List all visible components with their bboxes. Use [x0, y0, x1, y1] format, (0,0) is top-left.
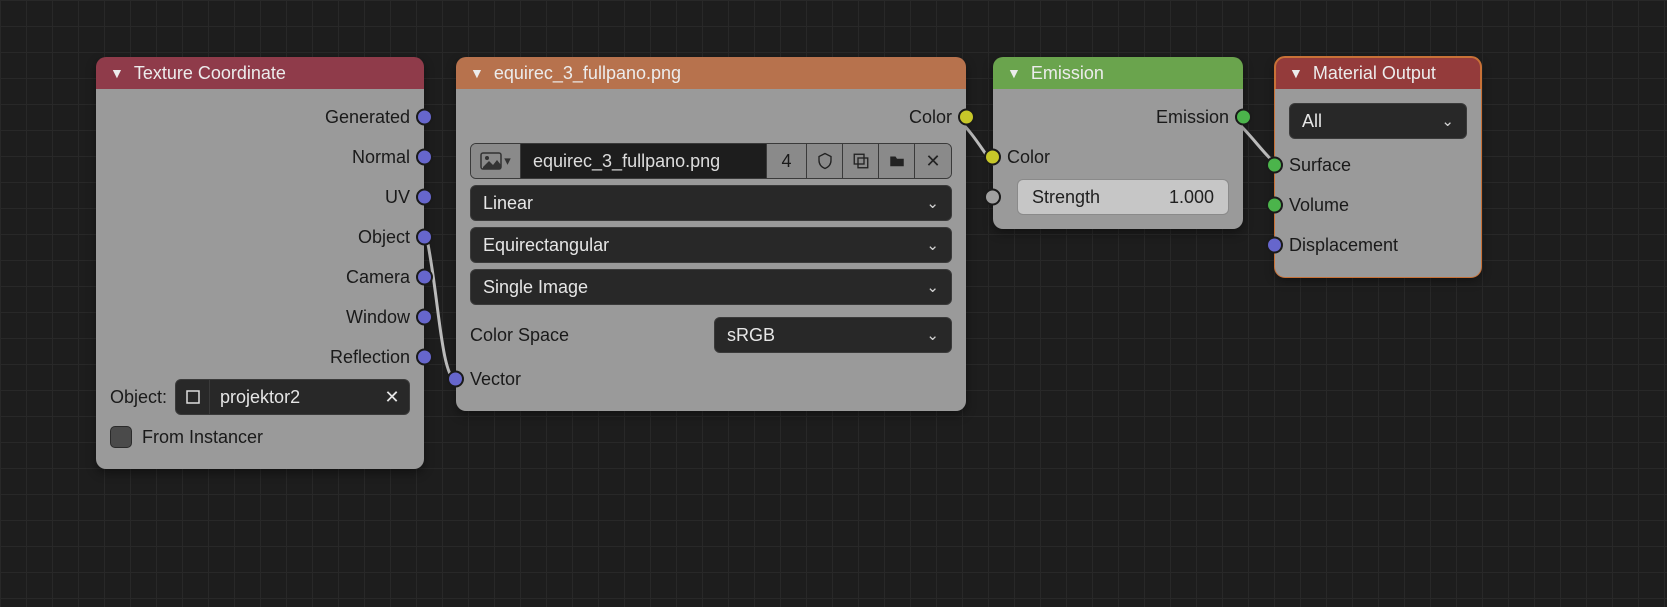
socket-in-color[interactable] — [984, 149, 1001, 166]
open-image-button[interactable] — [879, 144, 915, 178]
output-color[interactable]: Color — [456, 97, 966, 137]
node-title: Emission — [1031, 63, 1104, 84]
color-space-select[interactable]: sRGB⌄ — [714, 317, 952, 353]
output-camera[interactable]: Camera — [96, 257, 424, 297]
unlink-image-button[interactable]: ✕ — [915, 144, 951, 178]
target-select[interactable]: All⌄ — [1289, 103, 1467, 139]
image-name-field[interactable]: equirec_3_fullpano.png — [521, 144, 767, 178]
strength-number-field[interactable]: Strength 1.000 — [1017, 179, 1229, 215]
socket-in-shader[interactable] — [1266, 157, 1283, 174]
node-title: Texture Coordinate — [134, 63, 286, 84]
color-space-row: Color Space sRGB⌄ — [456, 311, 966, 359]
output-generated[interactable]: Generated — [96, 97, 424, 137]
node-header[interactable]: ▼ Emission — [993, 57, 1243, 89]
node-header[interactable]: ▼ Material Output — [1275, 57, 1481, 89]
socket-out-vector[interactable] — [416, 349, 433, 366]
socket-out-shader[interactable] — [1235, 109, 1252, 126]
socket-out-vector[interactable] — [416, 189, 433, 206]
new-image-button[interactable] — [843, 144, 879, 178]
input-displacement[interactable]: Displacement — [1275, 225, 1481, 265]
output-window[interactable]: Window — [96, 297, 424, 337]
chevron-down-icon: ⌄ — [926, 326, 939, 344]
object-label: Object: — [110, 387, 167, 408]
collapse-icon[interactable]: ▼ — [110, 65, 124, 81]
node-header[interactable]: ▼ Texture Coordinate — [96, 57, 424, 89]
from-instancer-label: From Instancer — [142, 427, 263, 448]
chevron-down-icon: ⌄ — [926, 194, 939, 212]
node-title: Material Output — [1313, 63, 1436, 84]
chevron-down-icon: ⌄ — [926, 236, 939, 254]
node-title: equirec_3_fullpano.png — [494, 63, 681, 84]
input-volume[interactable]: Volume — [1275, 185, 1481, 225]
image-datablock-strip[interactable]: ▾ equirec_3_fullpano.png 4 ✕ — [470, 143, 952, 179]
input-vector[interactable]: Vector — [456, 359, 966, 399]
projection-select[interactable]: Equirectangular⌄ — [470, 227, 952, 263]
node-emission[interactable]: ▼ Emission Emission Color Strength 1.000 — [993, 57, 1243, 229]
socket-out-vector[interactable] — [416, 309, 433, 326]
image-browse-button[interactable]: ▾ — [471, 144, 521, 178]
collapse-icon[interactable]: ▼ — [1007, 65, 1021, 81]
object-picker[interactable]: projektor2 ✕ — [175, 379, 410, 415]
from-instancer-row[interactable]: From Instancer — [96, 417, 424, 457]
output-object[interactable]: Object — [96, 217, 424, 257]
node-texture-coordinate[interactable]: ▼ Texture Coordinate Generated Normal UV… — [96, 57, 424, 469]
object-icon — [176, 380, 210, 414]
fake-user-button[interactable] — [807, 144, 843, 178]
output-uv[interactable]: UV — [96, 177, 424, 217]
interpolation-select[interactable]: Linear⌄ — [470, 185, 952, 221]
chevron-down-icon: ⌄ — [1441, 112, 1454, 130]
socket-in-vector[interactable] — [1266, 237, 1283, 254]
socket-in-vector[interactable] — [447, 371, 464, 388]
output-reflection[interactable]: Reflection — [96, 337, 424, 377]
object-picker-row: Object: projektor2 ✕ — [96, 377, 424, 417]
socket-out-vector[interactable] — [416, 109, 433, 126]
object-clear-button[interactable]: ✕ — [375, 387, 409, 408]
socket-in-float[interactable] — [984, 189, 1001, 206]
collapse-icon[interactable]: ▼ — [470, 65, 484, 81]
node-environment-texture[interactable]: ▼ equirec_3_fullpano.png Color ▾ equirec… — [456, 57, 966, 411]
object-value: projektor2 — [210, 387, 375, 408]
socket-out-vector[interactable] — [416, 269, 433, 286]
input-strength[interactable]: Strength 1.000 — [993, 177, 1243, 217]
from-instancer-checkbox[interactable] — [110, 426, 132, 448]
image-source-select[interactable]: Single Image⌄ — [470, 269, 952, 305]
socket-in-shader[interactable] — [1266, 197, 1283, 214]
output-emission[interactable]: Emission — [993, 97, 1243, 137]
node-header[interactable]: ▼ equirec_3_fullpano.png — [456, 57, 966, 89]
collapse-icon[interactable]: ▼ — [1289, 65, 1303, 81]
socket-out-vector[interactable] — [416, 229, 433, 246]
chevron-down-icon: ⌄ — [926, 278, 939, 296]
color-space-label: Color Space — [470, 325, 569, 346]
input-color[interactable]: Color — [993, 137, 1243, 177]
socket-out-vector[interactable] — [416, 149, 433, 166]
image-users-count[interactable]: 4 — [767, 144, 807, 178]
input-surface[interactable]: Surface — [1275, 145, 1481, 185]
socket-out-color[interactable] — [958, 109, 975, 126]
output-normal[interactable]: Normal — [96, 137, 424, 177]
node-material-output[interactable]: ▼ Material Output All⌄ Surface Volume Di… — [1275, 57, 1481, 277]
